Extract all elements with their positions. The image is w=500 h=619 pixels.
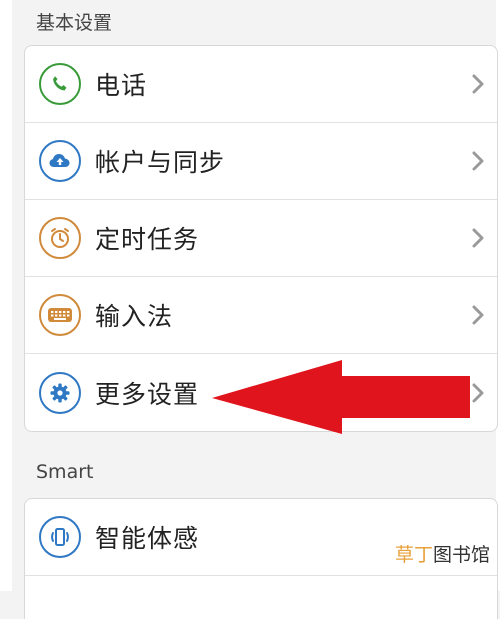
chevron-right-icon — [472, 228, 484, 248]
chevron-right-icon — [472, 383, 484, 402]
basic-settings-card: 电话 帐户与同步 定时任务 输入法 更多设置 — [24, 45, 498, 432]
phone-gesture-icon — [39, 516, 81, 558]
settings-item-scheduled-tasks[interactable]: 定时任务 — [25, 200, 497, 277]
chevron-right-icon — [472, 305, 484, 325]
section-title-smart: Smart — [36, 461, 94, 483]
settings-item-account-sync[interactable]: 帐户与同步 — [25, 123, 497, 200]
section-title-basic: 基本设置 — [36, 12, 113, 34]
settings-item-phone[interactable]: 电话 — [25, 46, 497, 123]
chevron-right-icon — [472, 74, 484, 94]
chevron-right-icon — [472, 151, 484, 171]
settings-item-label: 输入法 — [95, 302, 174, 331]
settings-item-label: 定时任务 — [95, 225, 200, 254]
keyboard-icon — [39, 294, 81, 336]
gear-icon — [39, 371, 81, 414]
settings-item-label: 更多设置 — [95, 379, 200, 409]
cloud-sync-icon — [39, 140, 81, 182]
settings-item-input-method[interactable]: 输入法 — [25, 277, 497, 354]
settings-item-more-settings[interactable]: 更多设置 — [25, 354, 497, 431]
settings-item-next-partial[interactable] — [25, 576, 497, 616]
clock-icon — [39, 217, 81, 259]
left-edge-strip — [0, 0, 12, 591]
settings-item-label: 电话 — [95, 71, 148, 100]
settings-item-label: 智能体感 — [95, 524, 200, 553]
watermark: 草丁图书馆 — [395, 540, 490, 567]
watermark-part2: 图书馆 — [432, 544, 490, 566]
settings-item-label: 帐户与同步 — [95, 148, 226, 177]
watermark-part1: 草丁 — [394, 544, 433, 566]
phone-icon — [39, 63, 81, 105]
